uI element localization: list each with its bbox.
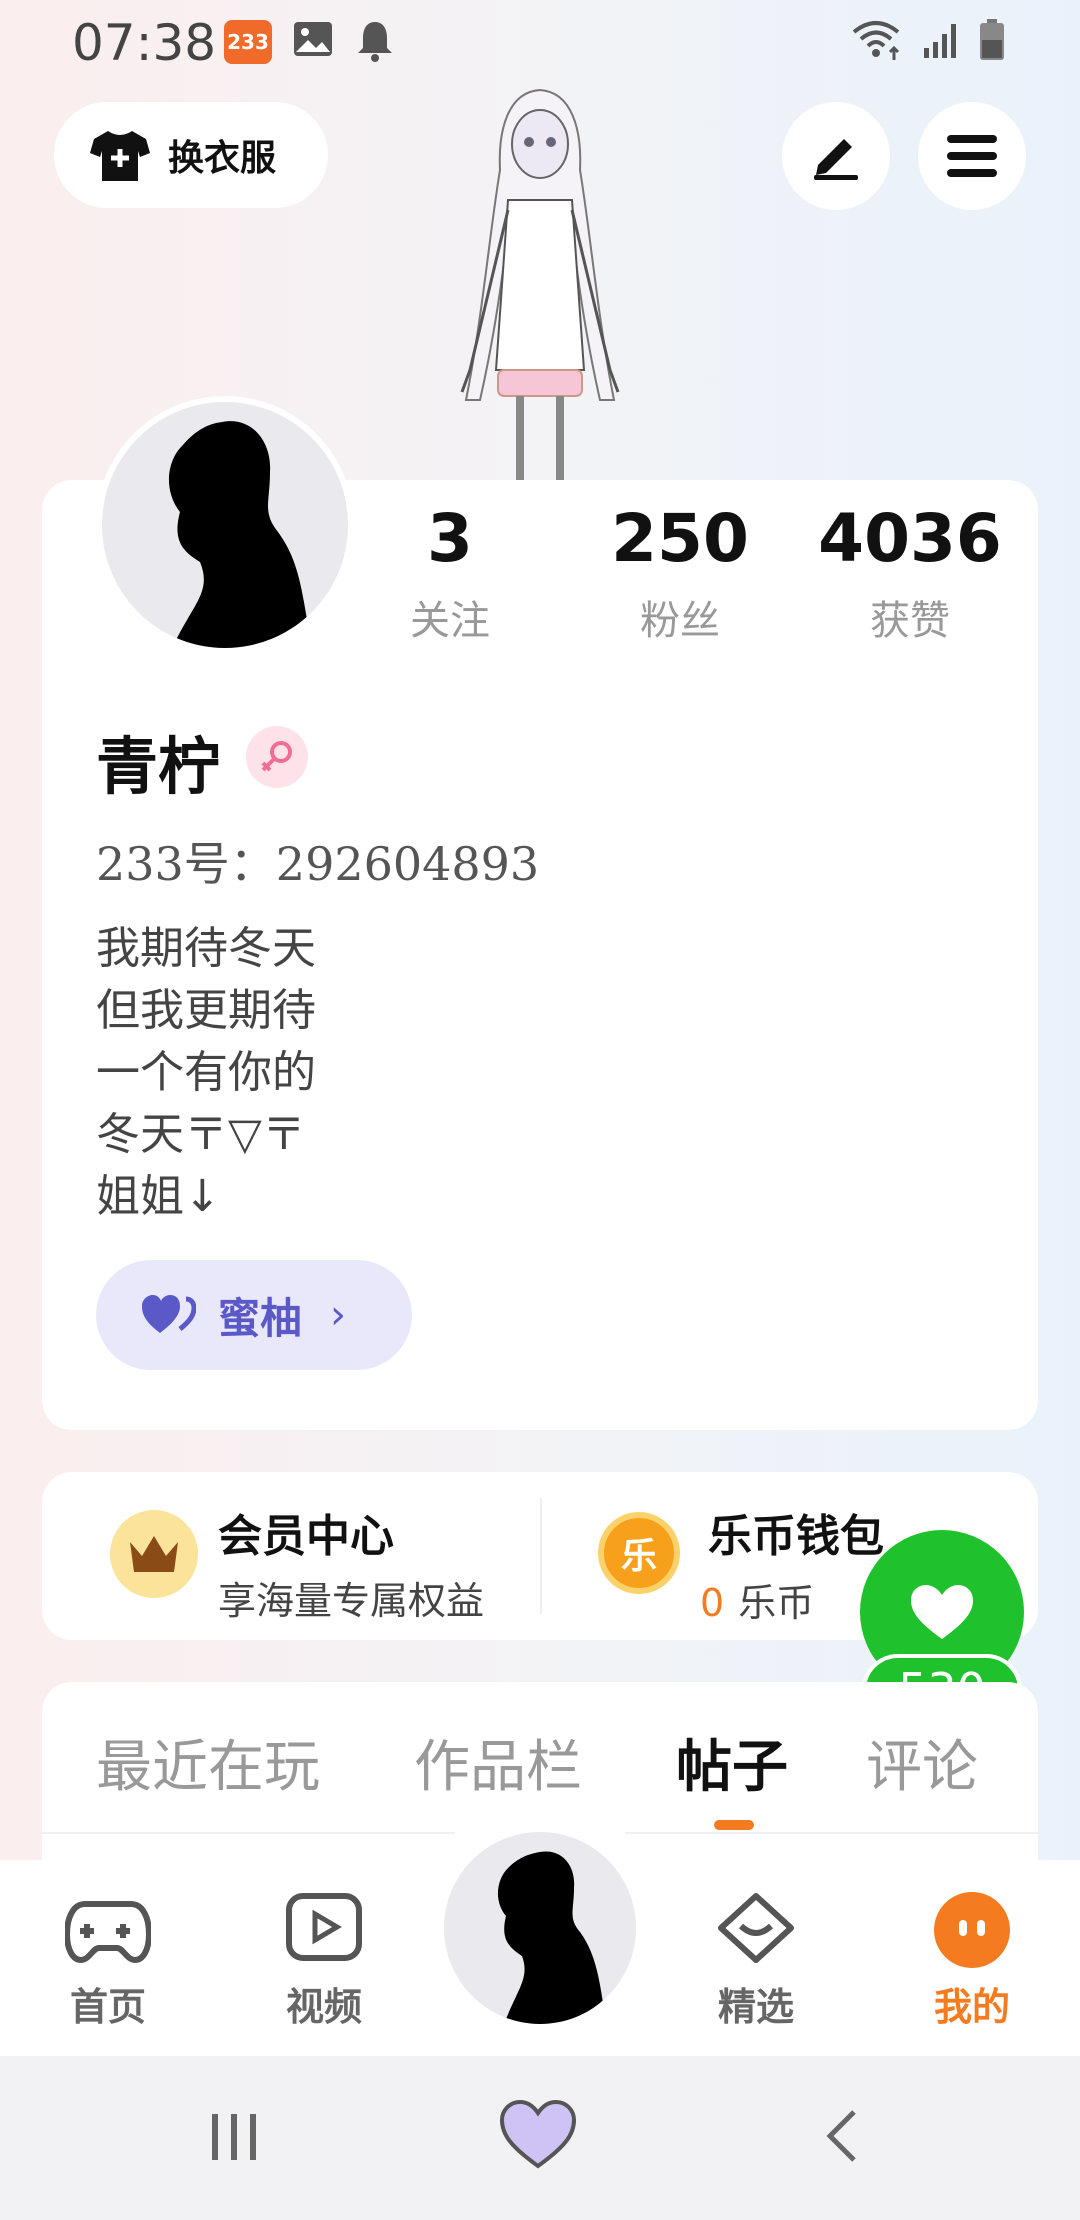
likes-label: 获赞 bbox=[870, 598, 950, 644]
bio-line: 冬天〒▽〒 bbox=[96, 1109, 306, 1160]
avatar-silhouette-icon bbox=[168, 421, 312, 648]
active-tab-indicator bbox=[714, 1820, 754, 1830]
double-heart-icon bbox=[142, 1295, 196, 1333]
nav-item-mine[interactable]: 我的 bbox=[902, 1890, 1042, 2031]
nav-item-featured[interactable]: 精选 bbox=[686, 1890, 826, 2031]
menu-icon bbox=[947, 135, 997, 177]
battery-icon bbox=[980, 19, 1004, 60]
bio-line: 我期待冬天 bbox=[96, 923, 316, 974]
face-icon bbox=[934, 1892, 1010, 1968]
avatar-3d-figure[interactable] bbox=[420, 80, 660, 480]
menu-button[interactable] bbox=[918, 102, 1026, 210]
app-badge-icon: 233 bbox=[224, 20, 272, 64]
wifi-icon bbox=[852, 21, 900, 60]
home-heart-icon[interactable] bbox=[498, 2098, 578, 2172]
bio-line: 但我更期待 bbox=[96, 985, 316, 1036]
nav-label-home: 首页 bbox=[69, 1985, 146, 2029]
followers-label: 粉丝 bbox=[640, 598, 720, 644]
tshirt-icon bbox=[90, 131, 150, 181]
tab-comments[interactable]: 评论 bbox=[866, 1722, 978, 1803]
female-gender-icon bbox=[246, 726, 308, 788]
recents-icon[interactable] bbox=[206, 2112, 262, 2162]
pomelo-button[interactable]: 蜜柚 › bbox=[96, 1260, 412, 1370]
member-center-title[interactable]: 会员中心 bbox=[218, 1500, 394, 1564]
status-time: 07:38 bbox=[72, 14, 217, 72]
tab-recently-played[interactable]: 最近在玩 bbox=[96, 1722, 320, 1803]
bell-icon bbox=[358, 22, 392, 62]
heart-icon bbox=[911, 1585, 973, 1639]
bio-line: 姐姐↓ bbox=[96, 1171, 221, 1222]
crown-icon[interactable] bbox=[110, 1510, 198, 1598]
member-center-subtitle: 享海量专属权益 bbox=[218, 1579, 485, 1623]
stat-followers[interactable]: 250 粉丝 bbox=[580, 494, 780, 646]
stat-following[interactable]: 3 关注 bbox=[350, 494, 550, 646]
change-outfit-button[interactable]: 换衣服 bbox=[54, 102, 328, 208]
wallet-unit: 乐币 bbox=[738, 1581, 815, 1625]
chevron-right-icon: › bbox=[330, 1292, 347, 1338]
gamepad-icon bbox=[65, 1901, 151, 1964]
card-divider bbox=[540, 1498, 542, 1614]
nav-label-video: 视频 bbox=[285, 1985, 362, 2029]
wallet-title[interactable]: 乐币钱包 bbox=[708, 1500, 884, 1564]
wallet-amount: 0 bbox=[700, 1581, 725, 1625]
back-icon[interactable] bbox=[822, 2108, 862, 2164]
avatar-silhouette-icon bbox=[497, 1851, 606, 2024]
heart-chat-icon bbox=[718, 1893, 794, 1963]
stat-likes[interactable]: 4036 获赞 bbox=[810, 494, 1010, 646]
nav-label-mine: 我的 bbox=[933, 1985, 1010, 2029]
nav-item-home[interactable]: 首页 bbox=[38, 1890, 178, 2031]
wallet-balance: 0 乐币 bbox=[700, 1572, 814, 1627]
user-id: 233号：292604893 bbox=[96, 837, 540, 891]
nav-item-video[interactable]: 视频 bbox=[254, 1890, 394, 2031]
likes-count: 4036 bbox=[818, 500, 1002, 577]
signal-icon bbox=[924, 24, 956, 58]
edit-profile-button[interactable] bbox=[782, 102, 890, 210]
tab-works[interactable]: 作品栏 bbox=[414, 1722, 582, 1803]
tab-posts[interactable]: 帖子 bbox=[676, 1722, 788, 1803]
status-bar: 07:38 233 bbox=[0, 0, 1080, 88]
video-icon bbox=[286, 1893, 362, 1961]
bio: 我期待冬天 但我更期待 一个有你的 冬天〒▽〒 姐姐↓ bbox=[96, 918, 316, 1228]
username: 青柠 bbox=[96, 730, 221, 803]
following-label: 关注 bbox=[410, 598, 490, 644]
image-icon bbox=[294, 22, 332, 56]
edit-icon bbox=[814, 139, 858, 180]
pomelo-label: 蜜柚 bbox=[218, 1293, 303, 1343]
coin-icon[interactable]: 乐 bbox=[598, 1512, 680, 1594]
change-outfit-label: 换衣服 bbox=[168, 138, 277, 179]
bio-line: 一个有你的 bbox=[96, 1047, 316, 1098]
followers-count: 250 bbox=[611, 500, 749, 577]
nav-label-featured: 精选 bbox=[717, 1985, 794, 2029]
profile-avatar[interactable] bbox=[96, 396, 354, 654]
nav-center-avatar[interactable] bbox=[444, 1832, 636, 2024]
following-count: 3 bbox=[427, 500, 473, 577]
